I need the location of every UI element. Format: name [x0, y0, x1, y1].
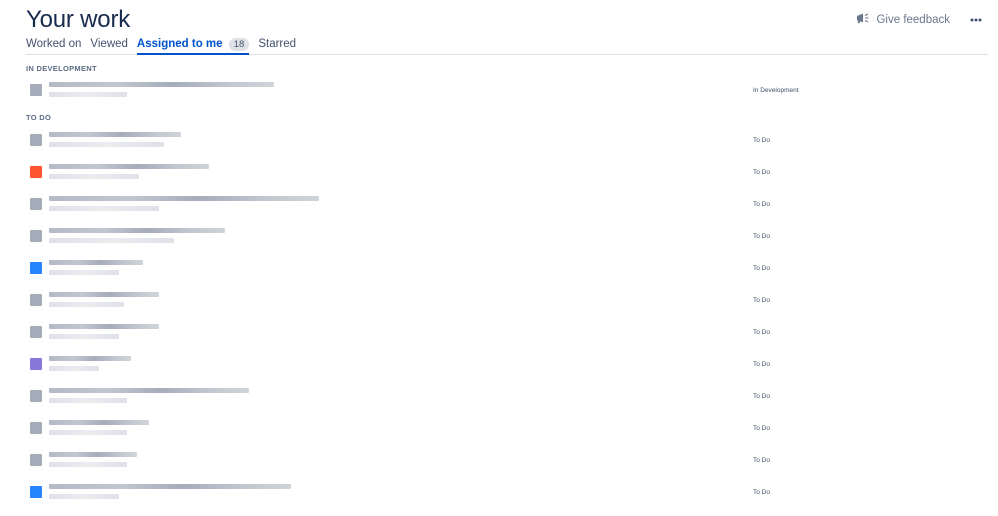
issue-project-redacted [49, 430, 127, 435]
issue-status: To Do [753, 201, 770, 208]
issue-status: To Do [753, 489, 770, 496]
issue-type-icon [30, 358, 42, 370]
more-icon[interactable] [966, 13, 986, 27]
issue-status: To Do [753, 137, 770, 144]
issue-type-icon [30, 230, 42, 242]
issue-project-redacted [49, 142, 164, 147]
issue-project-redacted [49, 334, 119, 339]
issue-type-icon [30, 326, 42, 338]
section-header: IN DEVELOPMENT [26, 64, 97, 73]
tab-bar: Worked on Viewed Assigned to me 18 Starr… [26, 38, 988, 55]
give-feedback-label: Give feedback [876, 13, 950, 26]
issue-project-redacted [49, 462, 127, 467]
issue-title-redacted [49, 420, 149, 425]
issue-status: To Do [753, 265, 770, 272]
tab-worked-on[interactable]: Worked on [26, 38, 81, 54]
issue-title-redacted [49, 484, 291, 489]
issue-row[interactable]: To Do [26, 256, 988, 284]
issue-title-redacted [49, 452, 137, 457]
tab-viewed[interactable]: Viewed [90, 38, 128, 54]
megaphone-icon [856, 12, 870, 27]
issue-project-redacted [49, 92, 127, 97]
page-title: Your work [26, 6, 131, 33]
issue-row[interactable]: To Do [26, 352, 988, 380]
issue-status: To Do [753, 457, 770, 464]
issue-project-redacted [49, 206, 159, 211]
issue-status: In Development [753, 87, 799, 94]
issue-title-redacted [49, 388, 249, 393]
issue-type-icon [30, 262, 42, 274]
issue-title-redacted [49, 356, 131, 361]
issue-project-redacted [49, 398, 127, 403]
issue-type-icon [30, 486, 42, 498]
issue-status: To Do [753, 169, 770, 176]
issue-row[interactable]: To Do [26, 384, 988, 412]
issue-title-redacted [49, 164, 209, 169]
issue-row[interactable]: To Do [26, 160, 988, 188]
issue-type-icon [30, 294, 42, 306]
section-header: TO DO [26, 113, 52, 122]
tab-starred[interactable]: Starred [258, 38, 296, 54]
issue-row[interactable]: To Do [26, 288, 988, 316]
issue-project-redacted [49, 174, 139, 179]
issue-type-icon [30, 422, 42, 434]
issue-row[interactable]: To Do [26, 224, 988, 252]
issue-type-icon [30, 198, 42, 210]
issue-project-redacted [49, 302, 124, 307]
issue-title-redacted [49, 292, 159, 297]
issue-row[interactable]: To Do [26, 416, 988, 444]
issue-project-redacted [49, 238, 174, 243]
issue-status: To Do [753, 233, 770, 240]
give-feedback-button[interactable]: Give feedback [850, 8, 956, 31]
issue-type-icon [30, 166, 42, 178]
issue-type-icon [30, 390, 42, 402]
tab-assigned-to-me-label: Assigned to me [136, 38, 223, 50]
issue-title-redacted [49, 82, 274, 87]
issue-row[interactable]: To Do [26, 192, 988, 220]
issue-row[interactable]: In Development [26, 78, 988, 106]
issue-type-icon [30, 454, 42, 466]
issue-status: To Do [753, 329, 770, 336]
issue-row[interactable]: To Do [26, 448, 988, 476]
issue-project-redacted [49, 366, 99, 371]
issue-project-redacted [49, 270, 119, 275]
issue-title-redacted [49, 132, 181, 137]
issue-status: To Do [753, 393, 770, 400]
issue-status: To Do [753, 361, 770, 368]
issue-title-redacted [49, 196, 319, 201]
assigned-count-badge: 18 [228, 38, 250, 51]
issue-title-redacted [49, 324, 159, 329]
issue-title-redacted [49, 228, 225, 233]
issue-type-icon [30, 134, 42, 146]
issue-project-redacted [49, 494, 119, 499]
header-actions: Give feedback [850, 8, 986, 31]
issue-row[interactable]: To Do [26, 128, 988, 156]
issue-status: To Do [753, 425, 770, 432]
issue-title-redacted [49, 260, 143, 265]
issue-status: To Do [753, 297, 770, 304]
issue-row[interactable]: To Do [26, 480, 988, 508]
issue-row[interactable]: To Do [26, 320, 988, 348]
tab-assigned-to-me[interactable]: Assigned to me 18 [136, 38, 250, 55]
issue-type-icon [30, 84, 42, 96]
